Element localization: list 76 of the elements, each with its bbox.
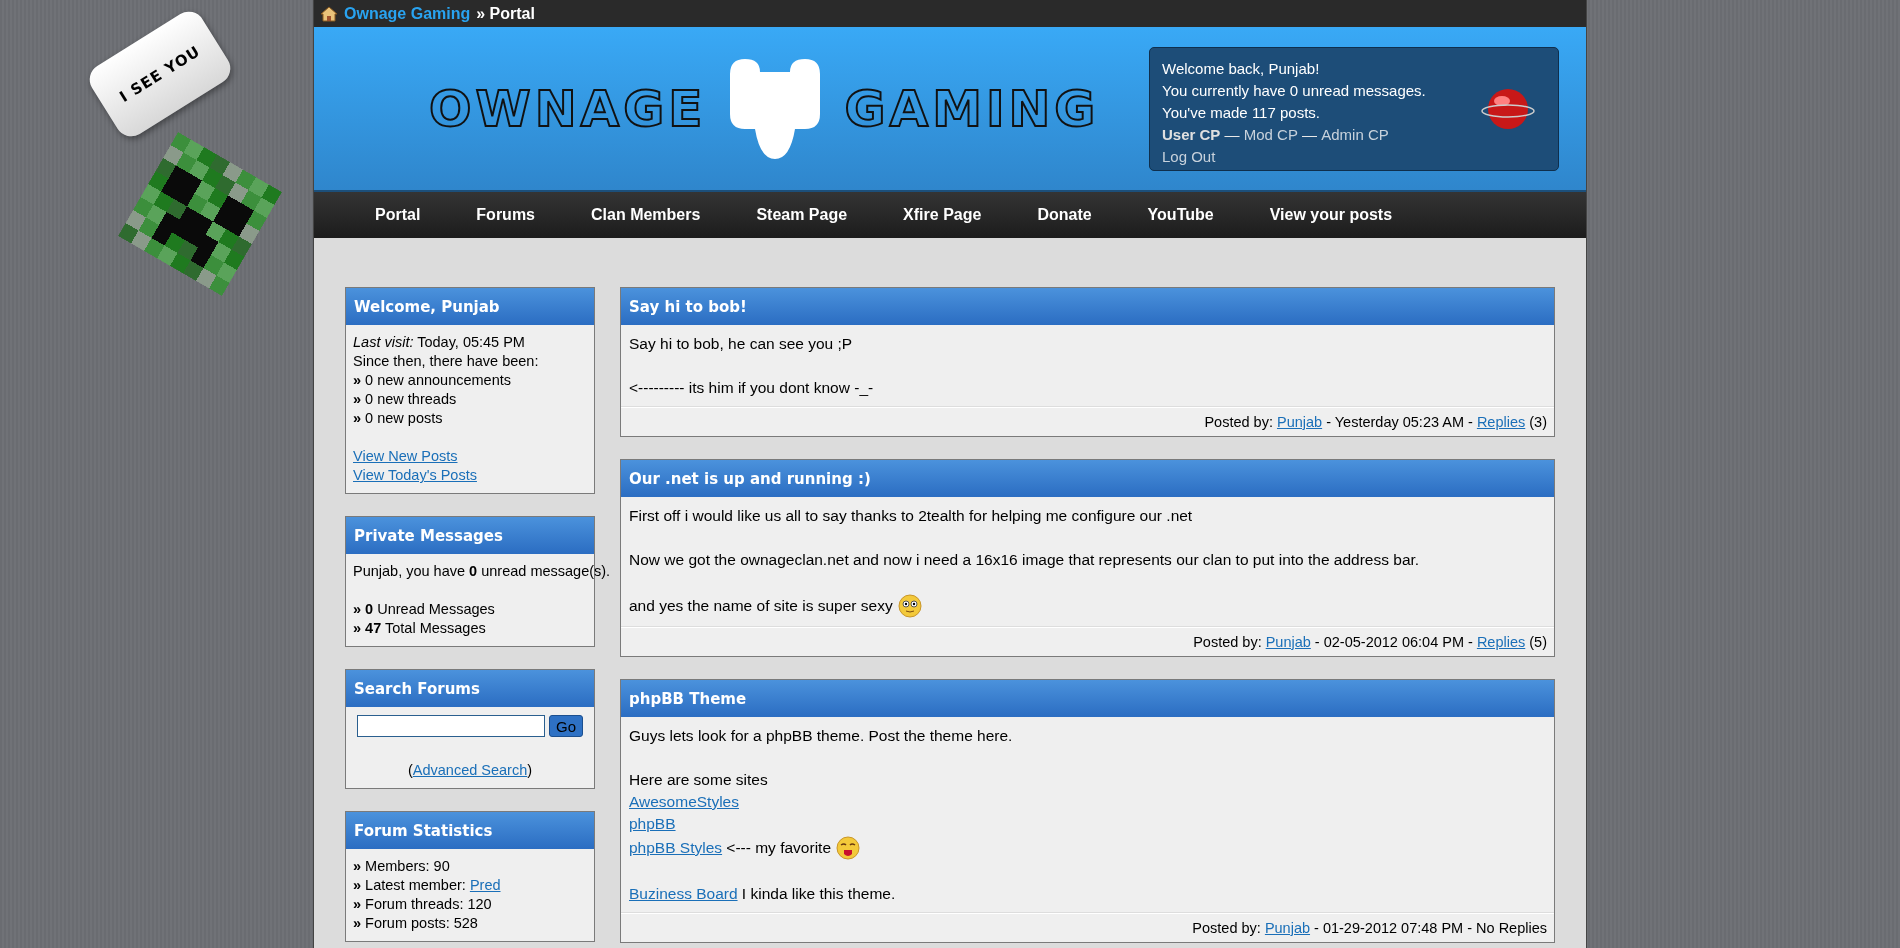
nav-link[interactable]: Donate: [1009, 206, 1120, 224]
control-panel-link[interactable]: Admin CP: [1321, 123, 1389, 146]
nav-link[interactable]: Portal: [347, 206, 449, 224]
text: Posted by:: [1192, 920, 1262, 936]
welcome-text: Welcome back, Punjab!: [1162, 58, 1321, 79]
post-title: Our .net is up and running :): [621, 460, 1554, 497]
logo-text: OWNAGE: [429, 79, 707, 138]
text: » 47 Total Messages: [353, 619, 486, 638]
text: » 0 new posts: [353, 409, 443, 428]
text: » Forum threads: 120: [353, 895, 492, 914]
breadcrumb-current: » Portal: [476, 4, 535, 23]
text: - 01-29-2012 07:48 PM - No Replies: [1313, 920, 1547, 936]
link[interactable]: phpBB Styles: [629, 837, 723, 859]
text: Last visit: Today, 05:45 PM: [353, 333, 525, 352]
text: ): [527, 761, 533, 780]
control-panel-link[interactable]: Mod CP: [1243, 123, 1298, 146]
go-button[interactable]: Go: [549, 715, 583, 737]
text: Guys lets look for a phpBB theme. Post the theme here.: [629, 726, 1013, 746]
link[interactable]: Replies: [1476, 414, 1526, 430]
text: » 0 new announcements: [353, 371, 511, 390]
nav-link[interactable]: Xfire Page: [875, 206, 1010, 224]
search-field[interactable]: [357, 715, 545, 737]
link[interactable]: Buziness Board: [629, 883, 738, 905]
link[interactable]: View New Posts: [353, 447, 458, 466]
text: <--------- its him if you dont know -_-: [629, 378, 874, 398]
text: (: [407, 761, 413, 780]
breadcrumb-link[interactable]: Ownage Gaming: [344, 4, 471, 23]
link[interactable]: Punjab: [1265, 634, 1311, 650]
link[interactable]: View Today's Posts: [353, 466, 477, 485]
text: Since then, there have been:: [353, 352, 539, 371]
post-title: phpBB Theme: [621, 680, 1554, 717]
nav-link[interactable]: View your posts: [1241, 206, 1421, 224]
logout-link[interactable]: Log Out: [1162, 145, 1426, 168]
link[interactable]: Punjab: [1276, 414, 1323, 430]
control-panel-link[interactable]: User CP: [1162, 123, 1221, 146]
text: and yes the name of site is super sexy: [629, 596, 894, 616]
text: <--- my favorite: [725, 838, 832, 858]
panel-title: Private Messages: [346, 517, 594, 554]
text: First off i would like us all to say thanks to 2tealth for helping me configure our .net: [629, 506, 1193, 526]
text: - Yesterday 05:23 AM -: [1325, 414, 1474, 430]
text: Say hi to bob, he can see you ;P: [629, 334, 853, 354]
link[interactable]: Replies: [1476, 634, 1526, 650]
post-title: Say hi to bob!: [621, 288, 1554, 325]
text: Now we got the ownageclan.net and now i need a 16x16 image that represents our clan to put into the address bar.: [629, 550, 1420, 570]
panel-title: Search Forums: [346, 670, 594, 707]
nav-link[interactable]: Clan Members: [563, 206, 729, 224]
panel-title: Welcome, Punjab: [346, 288, 594, 325]
link[interactable]: AwesomeStyles: [629, 791, 739, 813]
separator: —: [1301, 124, 1319, 145]
link[interactable]: phpBB: [629, 813, 676, 835]
tongue-smiley-icon: [835, 835, 862, 861]
text: » 0 new threads: [353, 390, 457, 409]
link[interactable]: Punjab: [1264, 920, 1311, 936]
text: » Forum posts: 528: [353, 914, 478, 933]
text: - 02-05-2012 06:04 PM -: [1313, 634, 1474, 650]
text: (5): [1528, 634, 1547, 650]
text: Here are some sites: [629, 770, 768, 790]
text: » 0 Unread Messages: [353, 600, 495, 619]
text: Posted by:: [1193, 634, 1263, 650]
nav-link[interactable]: YouTube: [1119, 206, 1242, 224]
panel-title: Forum Statistics: [346, 812, 594, 849]
text: Posted by:: [1204, 414, 1274, 430]
separator: —: [1223, 124, 1241, 145]
text: » Latest member:: [353, 876, 467, 895]
welcome-text: You've made 117 posts.: [1162, 102, 1321, 123]
text: Punjab, you have 0 unread message(s).: [353, 562, 611, 581]
nav-link[interactable]: Steam Page: [728, 206, 876, 224]
smiley-icon: [896, 593, 923, 619]
nav-link[interactable]: Forums: [448, 206, 563, 224]
text: » Members: 90: [353, 857, 450, 876]
logo-text: GAMING: [844, 79, 1100, 138]
text: I kinda like this theme.: [740, 884, 896, 904]
link[interactable]: Pred: [469, 876, 501, 895]
text: (3): [1528, 414, 1547, 430]
welcome-text: You currently have 0 unread messages.: [1162, 80, 1426, 101]
home-icon[interactable]: [320, 5, 338, 22]
